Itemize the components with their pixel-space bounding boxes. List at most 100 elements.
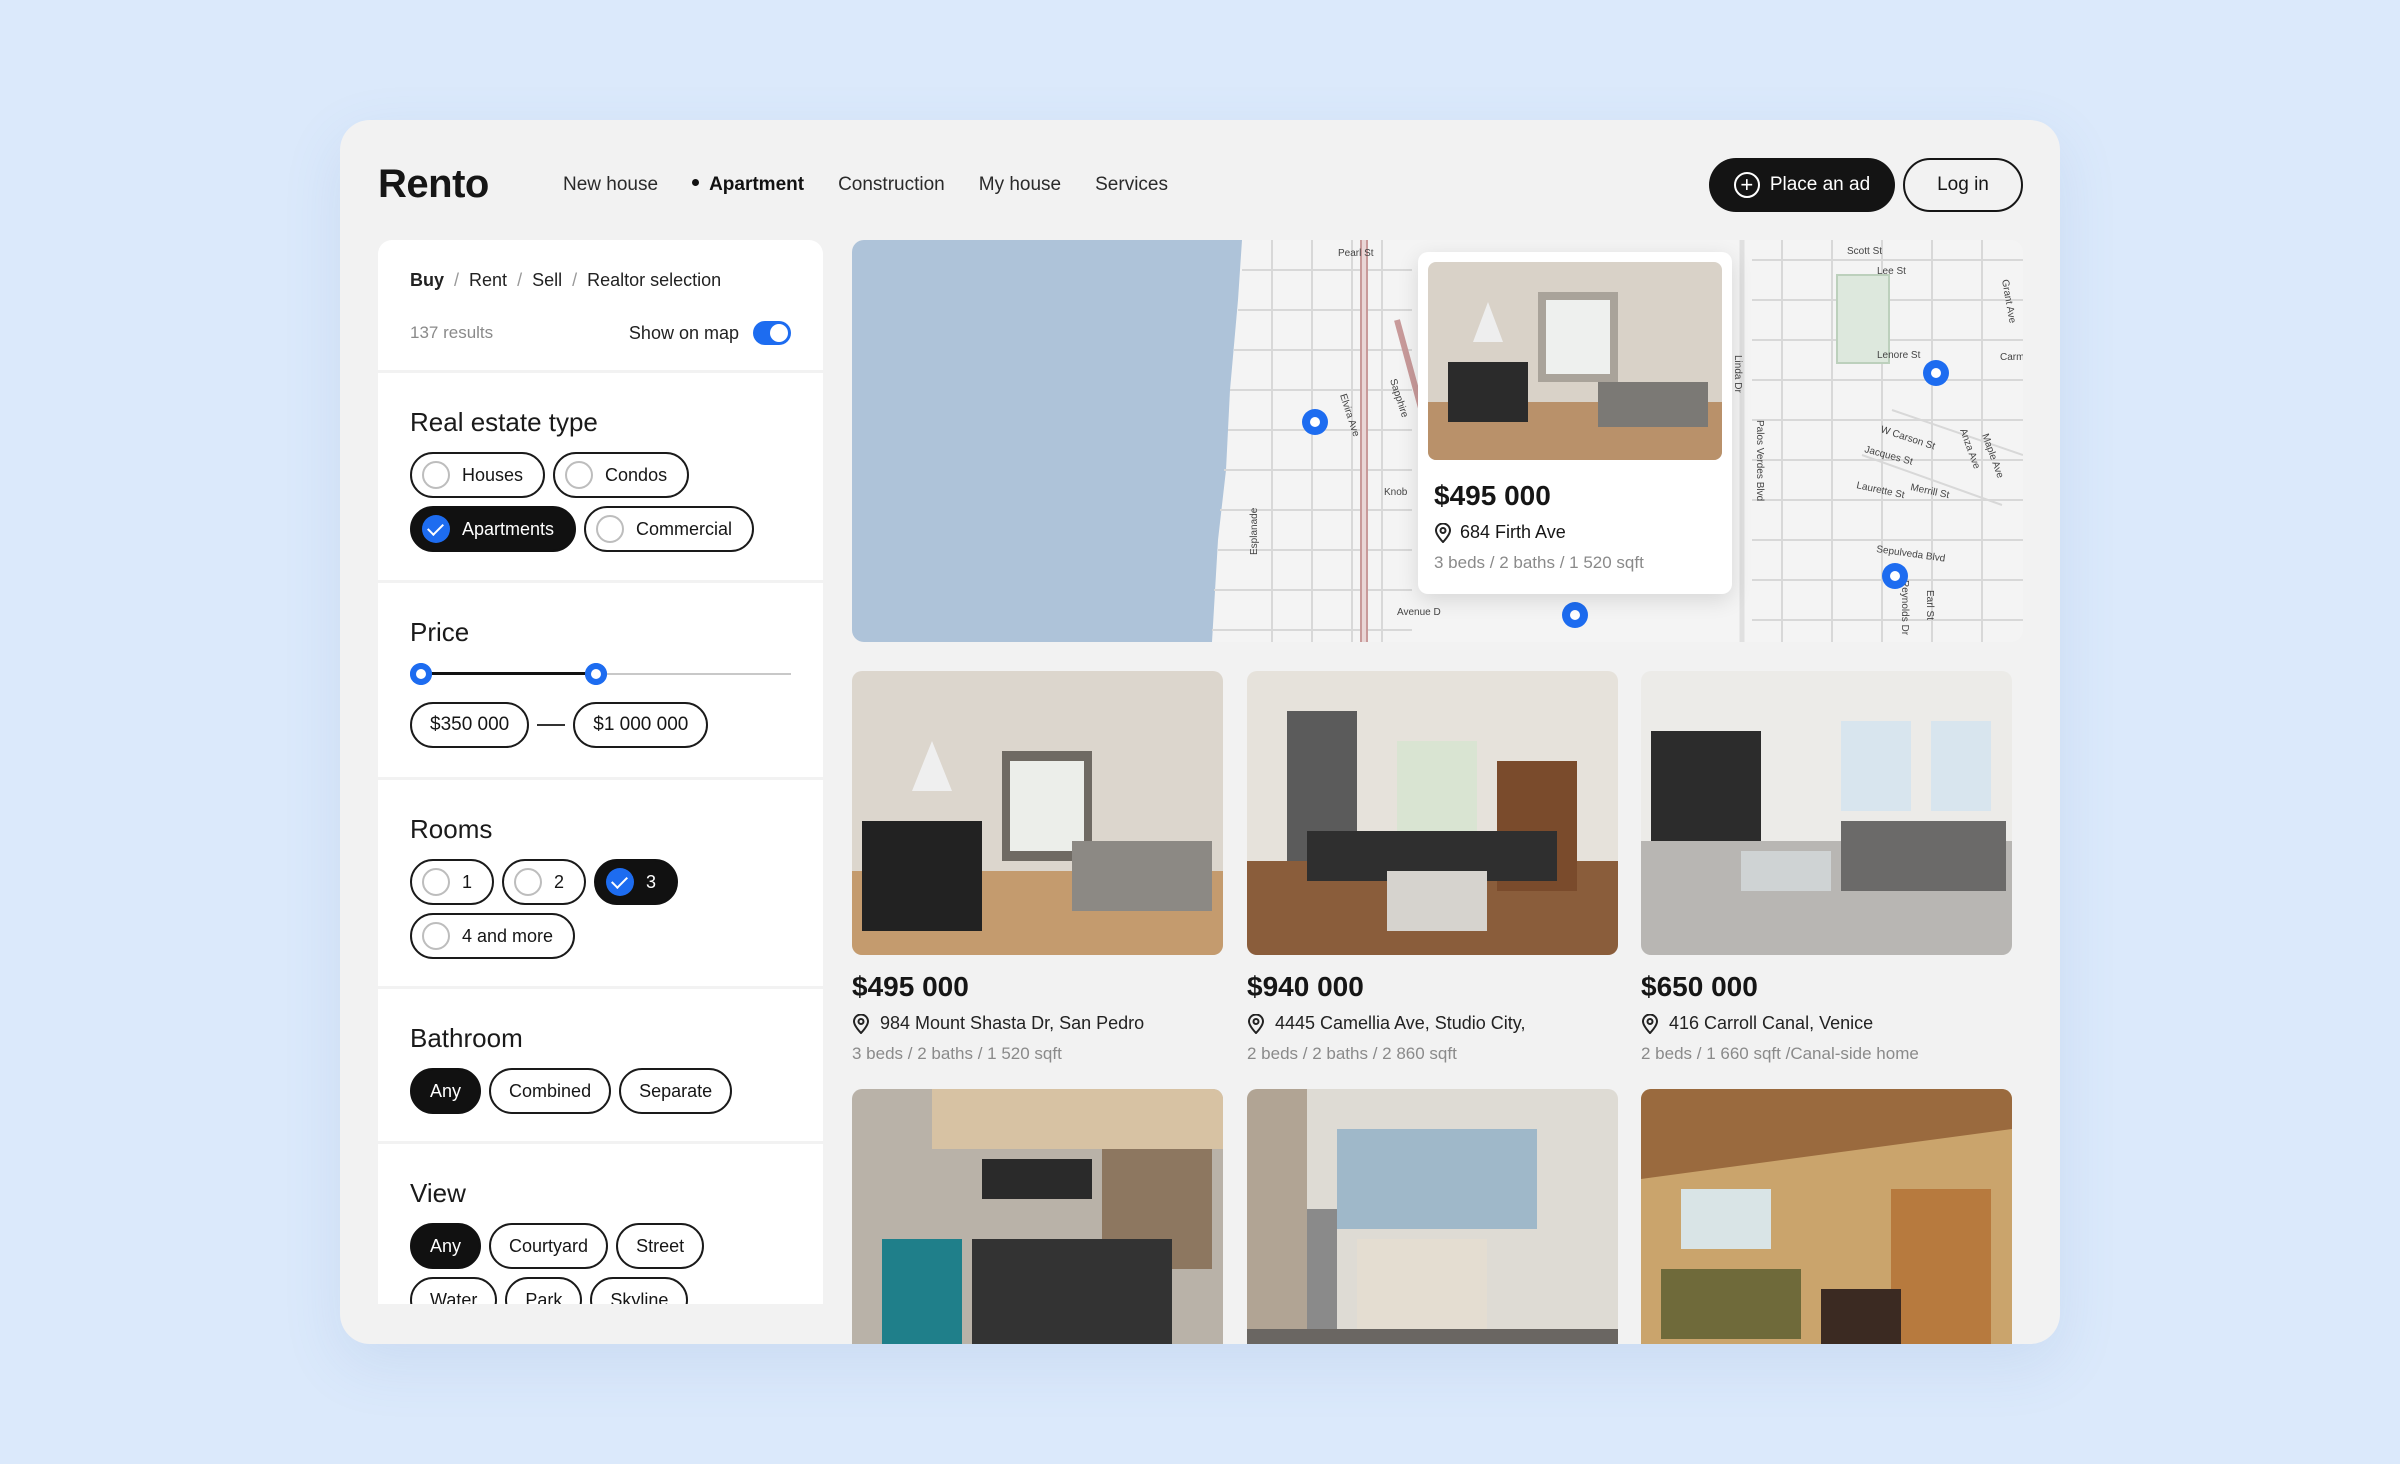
- listing-photo: [852, 1089, 1223, 1344]
- listing-address: 416 Carroll Canal, Venice: [1669, 1013, 1874, 1033]
- bathroom-title: Bathroom: [410, 1023, 523, 1053]
- listing-card[interactable]: $495 000 984 Mount Shasta Dr, San Pedro …: [852, 671, 1223, 1064]
- listing-price: $940 000: [1247, 971, 1364, 1002]
- listing-details: 2 beds / 2 baths / 2 860 sqft: [1247, 1044, 1457, 1063]
- option-label: 1: [462, 871, 473, 892]
- listing-card[interactable]: [1247, 1089, 1618, 1344]
- option-rooms-1[interactable]: 1: [410, 859, 495, 905]
- option-rooms-2[interactable]: 2: [502, 859, 587, 905]
- login-button[interactable]: Log in: [1903, 158, 2023, 212]
- listing-photo: [1247, 671, 1618, 955]
- filters-header: Buy / Rent / Sell / Realtor selection 13…: [378, 240, 823, 370]
- option-bath-combined[interactable]: Combined: [489, 1068, 612, 1114]
- price-min-input[interactable]: $350 000: [410, 702, 530, 748]
- view-filter: View Any Courtyard Street Water Park Sky…: [378, 1144, 823, 1304]
- option-view-any[interactable]: Any: [410, 1223, 482, 1269]
- breadcrumb-realtor-selection[interactable]: Realtor selection: [587, 270, 721, 291]
- listing-address: 4445 Camellia Ave, Studio City,: [1275, 1013, 1526, 1033]
- option-view-park[interactable]: Park: [505, 1277, 583, 1304]
- option-view-street[interactable]: Street: [616, 1223, 705, 1269]
- option-label: 2: [554, 871, 565, 892]
- popup-price: $495 000: [1434, 480, 1551, 511]
- checkmark-icon: [422, 515, 450, 543]
- listing-card[interactable]: [852, 1089, 1223, 1344]
- nav-my-house[interactable]: My house: [979, 174, 1061, 196]
- breadcrumb: Buy / Rent / Sell / Realtor selection: [410, 270, 722, 291]
- option-view-water[interactable]: Water: [410, 1277, 498, 1304]
- location-pin-icon: [1641, 1013, 1659, 1034]
- listing-card[interactable]: $940 000 4445 Camellia Ave, Studio City,…: [1247, 671, 1618, 1064]
- price-range-fill: [420, 672, 596, 675]
- option-label: 4 and more: [462, 925, 554, 946]
- nav-apartment[interactable]: Apartment: [692, 174, 804, 196]
- listing-details: 3 beds / 2 baths / 1 520 sqft: [852, 1044, 1062, 1063]
- listing-photo: [1641, 1089, 2012, 1344]
- place-ad-label: Place an ad: [1769, 174, 1871, 195]
- location-pin-icon: [1247, 1013, 1265, 1034]
- option-rooms-4-more[interactable]: 4 and more: [410, 913, 576, 959]
- listing-photo: [1641, 671, 2012, 955]
- bathroom-filter: Bathroom Any Combined Separate: [378, 989, 823, 1141]
- listing-photo: [1247, 1089, 1618, 1344]
- results-count: 137 results: [410, 323, 494, 342]
- option-label: Condos: [605, 464, 668, 485]
- price-slider[interactable]: [410, 662, 791, 686]
- listing-price: $650 000: [1641, 971, 1758, 1002]
- popup-details: 3 beds / 2 baths / 1 520 sqft: [1434, 553, 1644, 572]
- place-ad-button[interactable]: + Place an ad: [1709, 158, 1895, 212]
- plus-circle-icon: +: [1733, 172, 1760, 198]
- location-pin-icon: [852, 1013, 870, 1034]
- option-label: Houses: [462, 464, 524, 485]
- nav-construction[interactable]: Construction: [838, 174, 945, 196]
- listing-details: 2 beds / 1 660 sqft /Canal-side home: [1641, 1044, 1919, 1063]
- logo[interactable]: Rento: [378, 162, 489, 207]
- listing-card[interactable]: $650 000 416 Carroll Canal, Venice 2 bed…: [1641, 671, 2012, 1064]
- app-window: Rento New house Apartment Construction M…: [340, 120, 2060, 1344]
- option-rooms-3[interactable]: 3: [594, 859, 679, 905]
- map-listing-popup[interactable]: $495 000 684 Firth Ave 3 beds / 2 baths …: [1418, 252, 1732, 594]
- listing-photo: [852, 671, 1223, 955]
- view-title: View: [410, 1178, 466, 1208]
- option-houses[interactable]: Houses: [410, 452, 546, 498]
- option-label: Commercial: [636, 518, 733, 539]
- checkmark-icon: [606, 868, 635, 896]
- option-view-skyline[interactable]: Skyline: [590, 1277, 689, 1304]
- breadcrumb-sell[interactable]: Sell: [532, 270, 562, 291]
- map-pin[interactable]: [1882, 563, 1908, 589]
- price-max-input[interactable]: $1 000 000: [573, 702, 709, 748]
- price-filter: Price $350 000 $1 000 000: [378, 583, 823, 777]
- breadcrumb-rent[interactable]: Rent: [469, 270, 507, 291]
- real-estate-type-filter: Real estate type Houses Condos Apartment…: [378, 373, 823, 580]
- radio-icon: [422, 868, 450, 896]
- price-title: Price: [410, 617, 470, 647]
- map-pin[interactable]: [1562, 602, 1588, 628]
- listing-card[interactable]: [1641, 1089, 2012, 1344]
- option-label: Apartments: [462, 518, 555, 539]
- location-pin-icon: [1434, 522, 1452, 543]
- main-nav: New house Apartment Construction My hous…: [563, 174, 1168, 196]
- rooms-filter: Rooms 1 2 3 4 and more: [378, 780, 823, 986]
- show-on-map-toggle[interactable]: [753, 321, 791, 345]
- option-label: 3: [646, 871, 657, 892]
- radio-icon: [422, 922, 450, 950]
- price-max-handle[interactable]: [585, 663, 607, 685]
- listing-price: $495 000: [852, 971, 969, 1002]
- option-view-courtyard[interactable]: Courtyard: [489, 1223, 609, 1269]
- option-condos[interactable]: Condos: [553, 452, 690, 498]
- option-commercial[interactable]: Commercial: [584, 506, 755, 552]
- radio-icon: [565, 461, 594, 489]
- nav-new-house[interactable]: New house: [563, 174, 658, 196]
- map-pin[interactable]: [1302, 409, 1328, 435]
- nav-services[interactable]: Services: [1095, 174, 1168, 196]
- option-apartments[interactable]: Apartments: [410, 506, 577, 552]
- show-on-map-label: Show on map: [628, 322, 739, 343]
- price-min-handle[interactable]: [410, 663, 432, 685]
- popup-address: 684 Firth Ave: [1460, 522, 1566, 542]
- listing-address: 984 Mount Shasta Dr, San Pedro: [880, 1013, 1145, 1033]
- map[interactable]: Pearl St Esplanade Elvira Ave Sapphire K…: [852, 240, 2023, 642]
- map-pin[interactable]: [1923, 360, 1949, 386]
- option-bath-any[interactable]: Any: [410, 1068, 482, 1114]
- filters-sidebar: Buy / Rent / Sell / Realtor selection 13…: [378, 240, 823, 1304]
- breadcrumb-buy[interactable]: Buy: [410, 270, 444, 291]
- option-bath-separate[interactable]: Separate: [619, 1068, 733, 1114]
